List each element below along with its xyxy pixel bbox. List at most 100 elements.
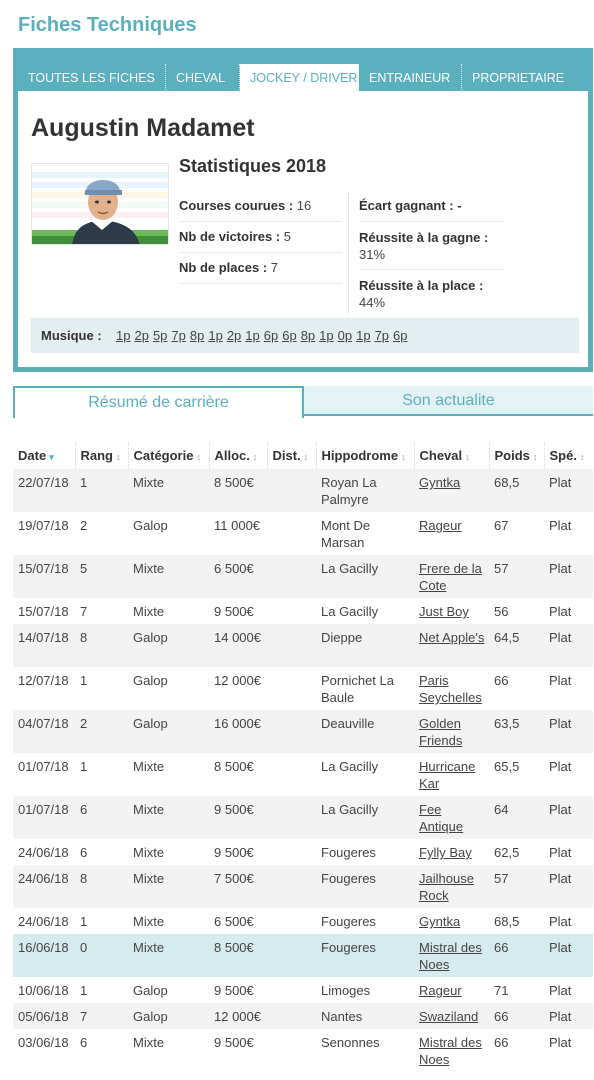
cell-categorie: Galop xyxy=(133,673,168,688)
musique-result[interactable]: 7p xyxy=(171,328,185,343)
sort-icon[interactable]: ↕ xyxy=(465,452,470,462)
cell-alloc: 6 500€ xyxy=(209,555,267,598)
tab-entraineur[interactable]: ENTRAINEUR xyxy=(359,64,462,92)
musique-values: 1p 2p 5p 7p 8p 1p 2p 1p 6p 6p 8p 1p 0p 1p 7p 6p xyxy=(116,328,412,343)
cell-cheval: Fee Antique xyxy=(414,796,489,839)
stat-places-value: 7 xyxy=(270,260,278,275)
horse-link[interactable]: Gyntka xyxy=(419,475,460,490)
divider xyxy=(179,252,342,253)
horse-link[interactable]: Net Apple's xyxy=(419,630,484,645)
musique-result[interactable]: 6p xyxy=(393,328,407,343)
tab-jockey-driver[interactable]: JOCKEY / DRIVER xyxy=(240,64,359,92)
sort-icon[interactable]: ↕ xyxy=(533,452,538,462)
tab-resume-carriere[interactable]: Résumé de carrière xyxy=(13,386,304,418)
sort-icon[interactable]: ↕ xyxy=(401,452,406,462)
musique-result[interactable]: 2p xyxy=(134,328,148,343)
column-header-label: Dist. xyxy=(272,448,301,463)
cell-cheval: Jailhouse Rock xyxy=(414,865,489,908)
musique-result[interactable]: 1p xyxy=(208,328,222,343)
column-header-label: Spé. xyxy=(549,448,577,463)
musique-result[interactable]: 1p xyxy=(245,328,259,343)
horse-link[interactable]: Just Boy xyxy=(419,604,469,619)
horse-link[interactable]: Hurricane Kar xyxy=(419,759,475,791)
musique-result[interactable]: 8p xyxy=(301,328,315,343)
cell-rang: 1 xyxy=(80,983,88,998)
sort-icon[interactable]: ↕ xyxy=(253,452,258,462)
cell-spe: Plat xyxy=(544,710,593,753)
column-header-rang[interactable]: Rang ↕ xyxy=(75,442,129,469)
horse-link[interactable]: Swaziland xyxy=(419,1009,478,1024)
cell-rang: 1 xyxy=(75,469,128,512)
cell-alloc: 14 000€ xyxy=(209,624,267,667)
column-header-poids[interactable]: Poids ↕ xyxy=(489,442,545,469)
horse-link[interactable]: Rageur xyxy=(419,518,462,533)
tab-proprietaire[interactable]: PROPRIETAIRE xyxy=(462,64,582,92)
table-row: 14/07/18 8 Galop 14 000€ Dieppe Net Apple's 64… xyxy=(13,624,593,667)
cell-cheval: Net Apple's xyxy=(414,624,489,667)
cell-alloc: 9 500€ xyxy=(214,845,254,860)
cell-poids: 71 xyxy=(494,983,509,998)
tab-toutes-les-fiches[interactable]: TOUTES LES FICHES xyxy=(18,64,166,92)
column-header-spe[interactable]: Spé. ↕ xyxy=(544,442,593,469)
musique-result[interactable]: 1p xyxy=(356,328,370,343)
musique-result[interactable]: 0p xyxy=(338,328,352,343)
cell-cheval: Rageur xyxy=(414,977,489,1003)
horse-link[interactable]: Mistral des Noes xyxy=(419,940,482,972)
cell-date: 14/07/18 xyxy=(13,624,75,667)
fiche-tabs: TOUTES LES FICHES CHEVAL JOCKEY / DRIVER… xyxy=(18,64,582,92)
cell-date: 01/07/18 xyxy=(13,796,75,839)
musique-result[interactable]: 5p xyxy=(153,328,167,343)
horse-link[interactable]: Frere de la Cote xyxy=(419,561,482,593)
cell-hippodrome: Deauville xyxy=(316,710,414,753)
horse-link[interactable]: Rageur xyxy=(419,983,462,998)
sort-desc-icon[interactable]: ▾ xyxy=(49,452,54,462)
column-header-alloc[interactable]: Alloc. ↕ xyxy=(209,442,268,469)
table-row: 04/07/18 2 Galop 16 000€ Deauville Golden Fri… xyxy=(13,710,593,753)
cell-date: 24/06/18 xyxy=(18,845,69,860)
musique-result[interactable]: 7p xyxy=(375,328,389,343)
musique-result[interactable]: 1p xyxy=(116,328,130,343)
career-table: Date ▾ Rang ↕ Catégorie ↕ Alloc. ↕ Dist. ↕ Hippodr… xyxy=(13,442,593,1072)
column-header-hippodrome[interactable]: Hippodrome ↕ xyxy=(316,442,415,469)
column-header-categorie[interactable]: Catégorie ↕ xyxy=(128,442,210,469)
cell-alloc: 16 000€ xyxy=(209,710,267,753)
cell-date: 16/06/18 xyxy=(13,934,75,977)
stat-places: Nb de places : 7 xyxy=(179,259,278,276)
musique-result[interactable]: 6p xyxy=(282,328,296,343)
column-header-date[interactable]: Date ▾ xyxy=(13,442,76,469)
cell-date: 22/07/18 xyxy=(13,469,75,512)
horse-link[interactable]: Paris Seychelles xyxy=(419,673,482,705)
cell-alloc: 6 500€ xyxy=(214,914,254,929)
horse-link[interactable]: Gyntka xyxy=(419,914,460,929)
cell-cheval: Golden Friends xyxy=(414,710,489,753)
musique-result[interactable]: 1p xyxy=(319,328,333,343)
horse-link[interactable]: Mistral des Noes xyxy=(419,1035,482,1067)
musique-result[interactable]: 8p xyxy=(190,328,204,343)
tab-son-actualite[interactable]: Son actualite xyxy=(304,386,593,416)
cell-rang: 5 xyxy=(75,555,128,598)
cell-spe: Plat xyxy=(549,518,572,533)
horse-link[interactable]: Golden Friends xyxy=(419,716,462,748)
tab-cheval[interactable]: CHEVAL xyxy=(166,64,240,92)
sort-icon[interactable]: ↕ xyxy=(304,452,309,462)
cell-poids: 66 xyxy=(489,1003,544,1029)
sort-icon[interactable]: ↕ xyxy=(116,452,121,462)
cell-dist xyxy=(267,710,316,753)
cell-categorie: Mixte xyxy=(133,914,165,929)
cell-categorie: Mixte xyxy=(133,759,165,774)
table-row: 24/06/18 1 Mixte 6 500€ Fougeres Gyntka 68,5 Pl… xyxy=(13,908,593,934)
musique-result[interactable]: 2p xyxy=(227,328,241,343)
column-header-dist[interactable]: Dist. ↕ xyxy=(267,442,317,469)
horse-link[interactable]: Fylly Bay xyxy=(419,845,472,860)
horse-link[interactable]: Fee Antique xyxy=(419,802,463,834)
column-header-cheval[interactable]: Cheval ↕ xyxy=(414,442,490,469)
cell-poids: 64 xyxy=(489,796,544,839)
sort-icon[interactable]: ↕ xyxy=(580,452,585,462)
cell-spe: Plat xyxy=(544,624,593,667)
horse-link[interactable]: Jailhouse Rock xyxy=(419,871,474,903)
musique-result[interactable]: 6p xyxy=(264,328,278,343)
column-header-label: Catégorie xyxy=(133,448,194,463)
table-row: 15/07/18 5 Mixte 6 500€ La Gacilly Frere de l… xyxy=(13,555,593,598)
sort-icon[interactable]: ↕ xyxy=(196,452,201,462)
cell-alloc: 12 000€ xyxy=(209,1003,267,1029)
